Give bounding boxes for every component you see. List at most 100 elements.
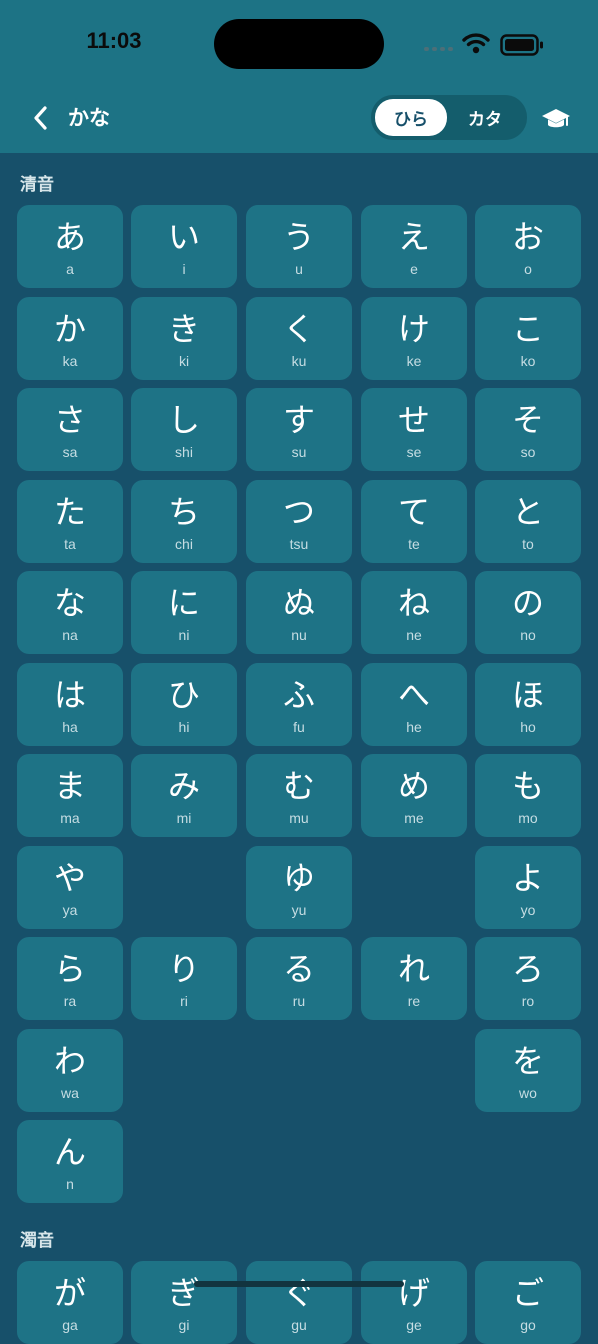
romaji-label: ri (180, 993, 188, 1009)
romaji-label: su (291, 444, 307, 460)
romaji-label: hi (178, 719, 190, 735)
kana-tile-shi[interactable]: し shi (131, 388, 237, 471)
kana-character: げ (397, 1274, 430, 1312)
romaji-label: he (406, 719, 422, 735)
kana-tile-no[interactable]: の no (475, 571, 581, 654)
kana-tile-wo[interactable]: を wo (475, 1029, 581, 1112)
romaji-label: ma (60, 810, 80, 826)
romaji-label: mi (176, 810, 192, 826)
kana-tile-ta[interactable]: た ta (17, 480, 123, 563)
romaji-label: ho (520, 719, 536, 735)
kana-tile-so[interactable]: そ so (475, 388, 581, 471)
kana-tile-ha[interactable]: は ha (17, 663, 123, 746)
kana-tile-ru[interactable]: る ru (246, 937, 352, 1020)
romaji-label: ra (63, 993, 77, 1009)
kana-character: と (511, 493, 544, 531)
kana-character: ふ (282, 676, 315, 714)
kana-tile-ni[interactable]: に ni (131, 571, 237, 654)
kana-tile-ri[interactable]: り ri (131, 937, 237, 1020)
kana-tile-fu[interactable]: ふ fu (246, 663, 352, 746)
kana-tile-go[interactable]: ご go (475, 1261, 581, 1344)
kana-tile-ma[interactable]: ま ma (17, 754, 123, 837)
romaji-label: me (404, 810, 424, 826)
kana-tile-ho[interactable]: ほ ho (475, 663, 581, 746)
kana-tile-re[interactable]: れ re (361, 937, 467, 1020)
kana-tile-gu[interactable]: ぐ gu (246, 1261, 352, 1344)
dynamic-island (214, 19, 384, 69)
romaji-label: na (62, 627, 78, 643)
kana-character: つ (282, 493, 315, 531)
kana-tile-ka[interactable]: か ka (17, 297, 123, 380)
romaji-label: go (520, 1317, 536, 1333)
kana-tile-mi[interactable]: み mi (131, 754, 237, 837)
kana-character: わ (53, 1042, 86, 1080)
kana-character: り (167, 950, 200, 988)
kana-character: な (53, 584, 86, 622)
kana-tile-yo[interactable]: よ yo (475, 846, 581, 929)
romaji-label: ka (62, 353, 78, 369)
romaji-label: e (410, 261, 418, 277)
kana-tile-ga[interactable]: が ga (17, 1261, 123, 1344)
segment-hiragana[interactable]: ひら (375, 99, 447, 136)
kana-character: せ (397, 401, 430, 439)
kana-tile-ya[interactable]: や ya (17, 846, 123, 929)
cellular-signal-icon (424, 47, 453, 51)
kana-tile-mu[interactable]: む mu (246, 754, 352, 837)
kana-tile-ko[interactable]: こ ko (475, 297, 581, 380)
battery-icon (500, 34, 544, 60)
kana-tile-n[interactable]: んn (17, 1120, 123, 1203)
kana-character: す (282, 401, 315, 439)
romaji-label: o (524, 261, 532, 277)
kana-tile-to[interactable]: と to (475, 480, 581, 563)
kana-tile-su[interactable]: す su (246, 388, 352, 471)
kana-tile-o[interactable]: おo (475, 205, 581, 288)
kana-tile-na[interactable]: な na (17, 571, 123, 654)
kana-tile-nu[interactable]: ぬ nu (246, 571, 352, 654)
kana-tile-sa[interactable]: さ sa (17, 388, 123, 471)
romaji-label: to (522, 536, 534, 552)
kana-tile-ku[interactable]: く ku (246, 297, 352, 380)
kana-tile-mo[interactable]: も mo (475, 754, 581, 837)
kana-character: は (53, 676, 86, 714)
kana-tile-te[interactable]: て te (361, 480, 467, 563)
kana-tile-ki[interactable]: き ki (131, 297, 237, 380)
back-button[interactable] (24, 100, 56, 136)
kana-tile-u[interactable]: うu (246, 205, 352, 288)
home-indicator (194, 1281, 404, 1287)
segment-katakana[interactable]: カタ (449, 99, 521, 136)
romaji-label: so (520, 444, 536, 460)
kana-tile-wa[interactable]: わ wa (17, 1029, 123, 1112)
kana-tile-me[interactable]: め me (361, 754, 467, 837)
kana-tile-ke[interactable]: け ke (361, 297, 467, 380)
romaji-label: gi (178, 1317, 190, 1333)
kana-tile-yu[interactable]: ゆ yu (246, 846, 352, 929)
kana-character: む (282, 767, 315, 805)
kana-tile-ge[interactable]: げ ge (361, 1261, 467, 1344)
kana-tile-ne[interactable]: ね ne (361, 571, 467, 654)
kana-tile-he[interactable]: へ he (361, 663, 467, 746)
kana-tile-e[interactable]: えe (361, 205, 467, 288)
romaji-label: mo (518, 810, 538, 826)
script-segmented-control: ひら カタ (371, 95, 527, 140)
romaji-label: sa (62, 444, 78, 460)
kana-character: こ (511, 310, 544, 348)
romaji-label: wa (61, 1085, 79, 1101)
romaji-label: re (407, 993, 421, 1009)
kana-tile-tsu[interactable]: つ tsu (246, 480, 352, 563)
chevron-left-icon (34, 106, 47, 130)
kana-tile-ro[interactable]: ろ ro (475, 937, 581, 1020)
learn-button[interactable] (540, 104, 572, 134)
kana-tile-chi[interactable]: ち chi (131, 480, 237, 563)
kana-character: み (167, 767, 200, 805)
kana-tile-gi[interactable]: ぎ gi (131, 1261, 237, 1344)
kana-character: ろ (511, 950, 544, 988)
romaji-label: i (182, 261, 186, 277)
kana-tile-hi[interactable]: ひ hi (131, 663, 237, 746)
kana-tile-ra[interactable]: ら ra (17, 937, 123, 1020)
kana-tile-i[interactable]: いi (131, 205, 237, 288)
kana-tile-se[interactable]: せ se (361, 388, 467, 471)
romaji-label: shi (175, 444, 193, 460)
wifi-icon (462, 32, 490, 58)
kana-tile-a[interactable]: あa (17, 205, 123, 288)
kana-character: ち (167, 493, 200, 531)
